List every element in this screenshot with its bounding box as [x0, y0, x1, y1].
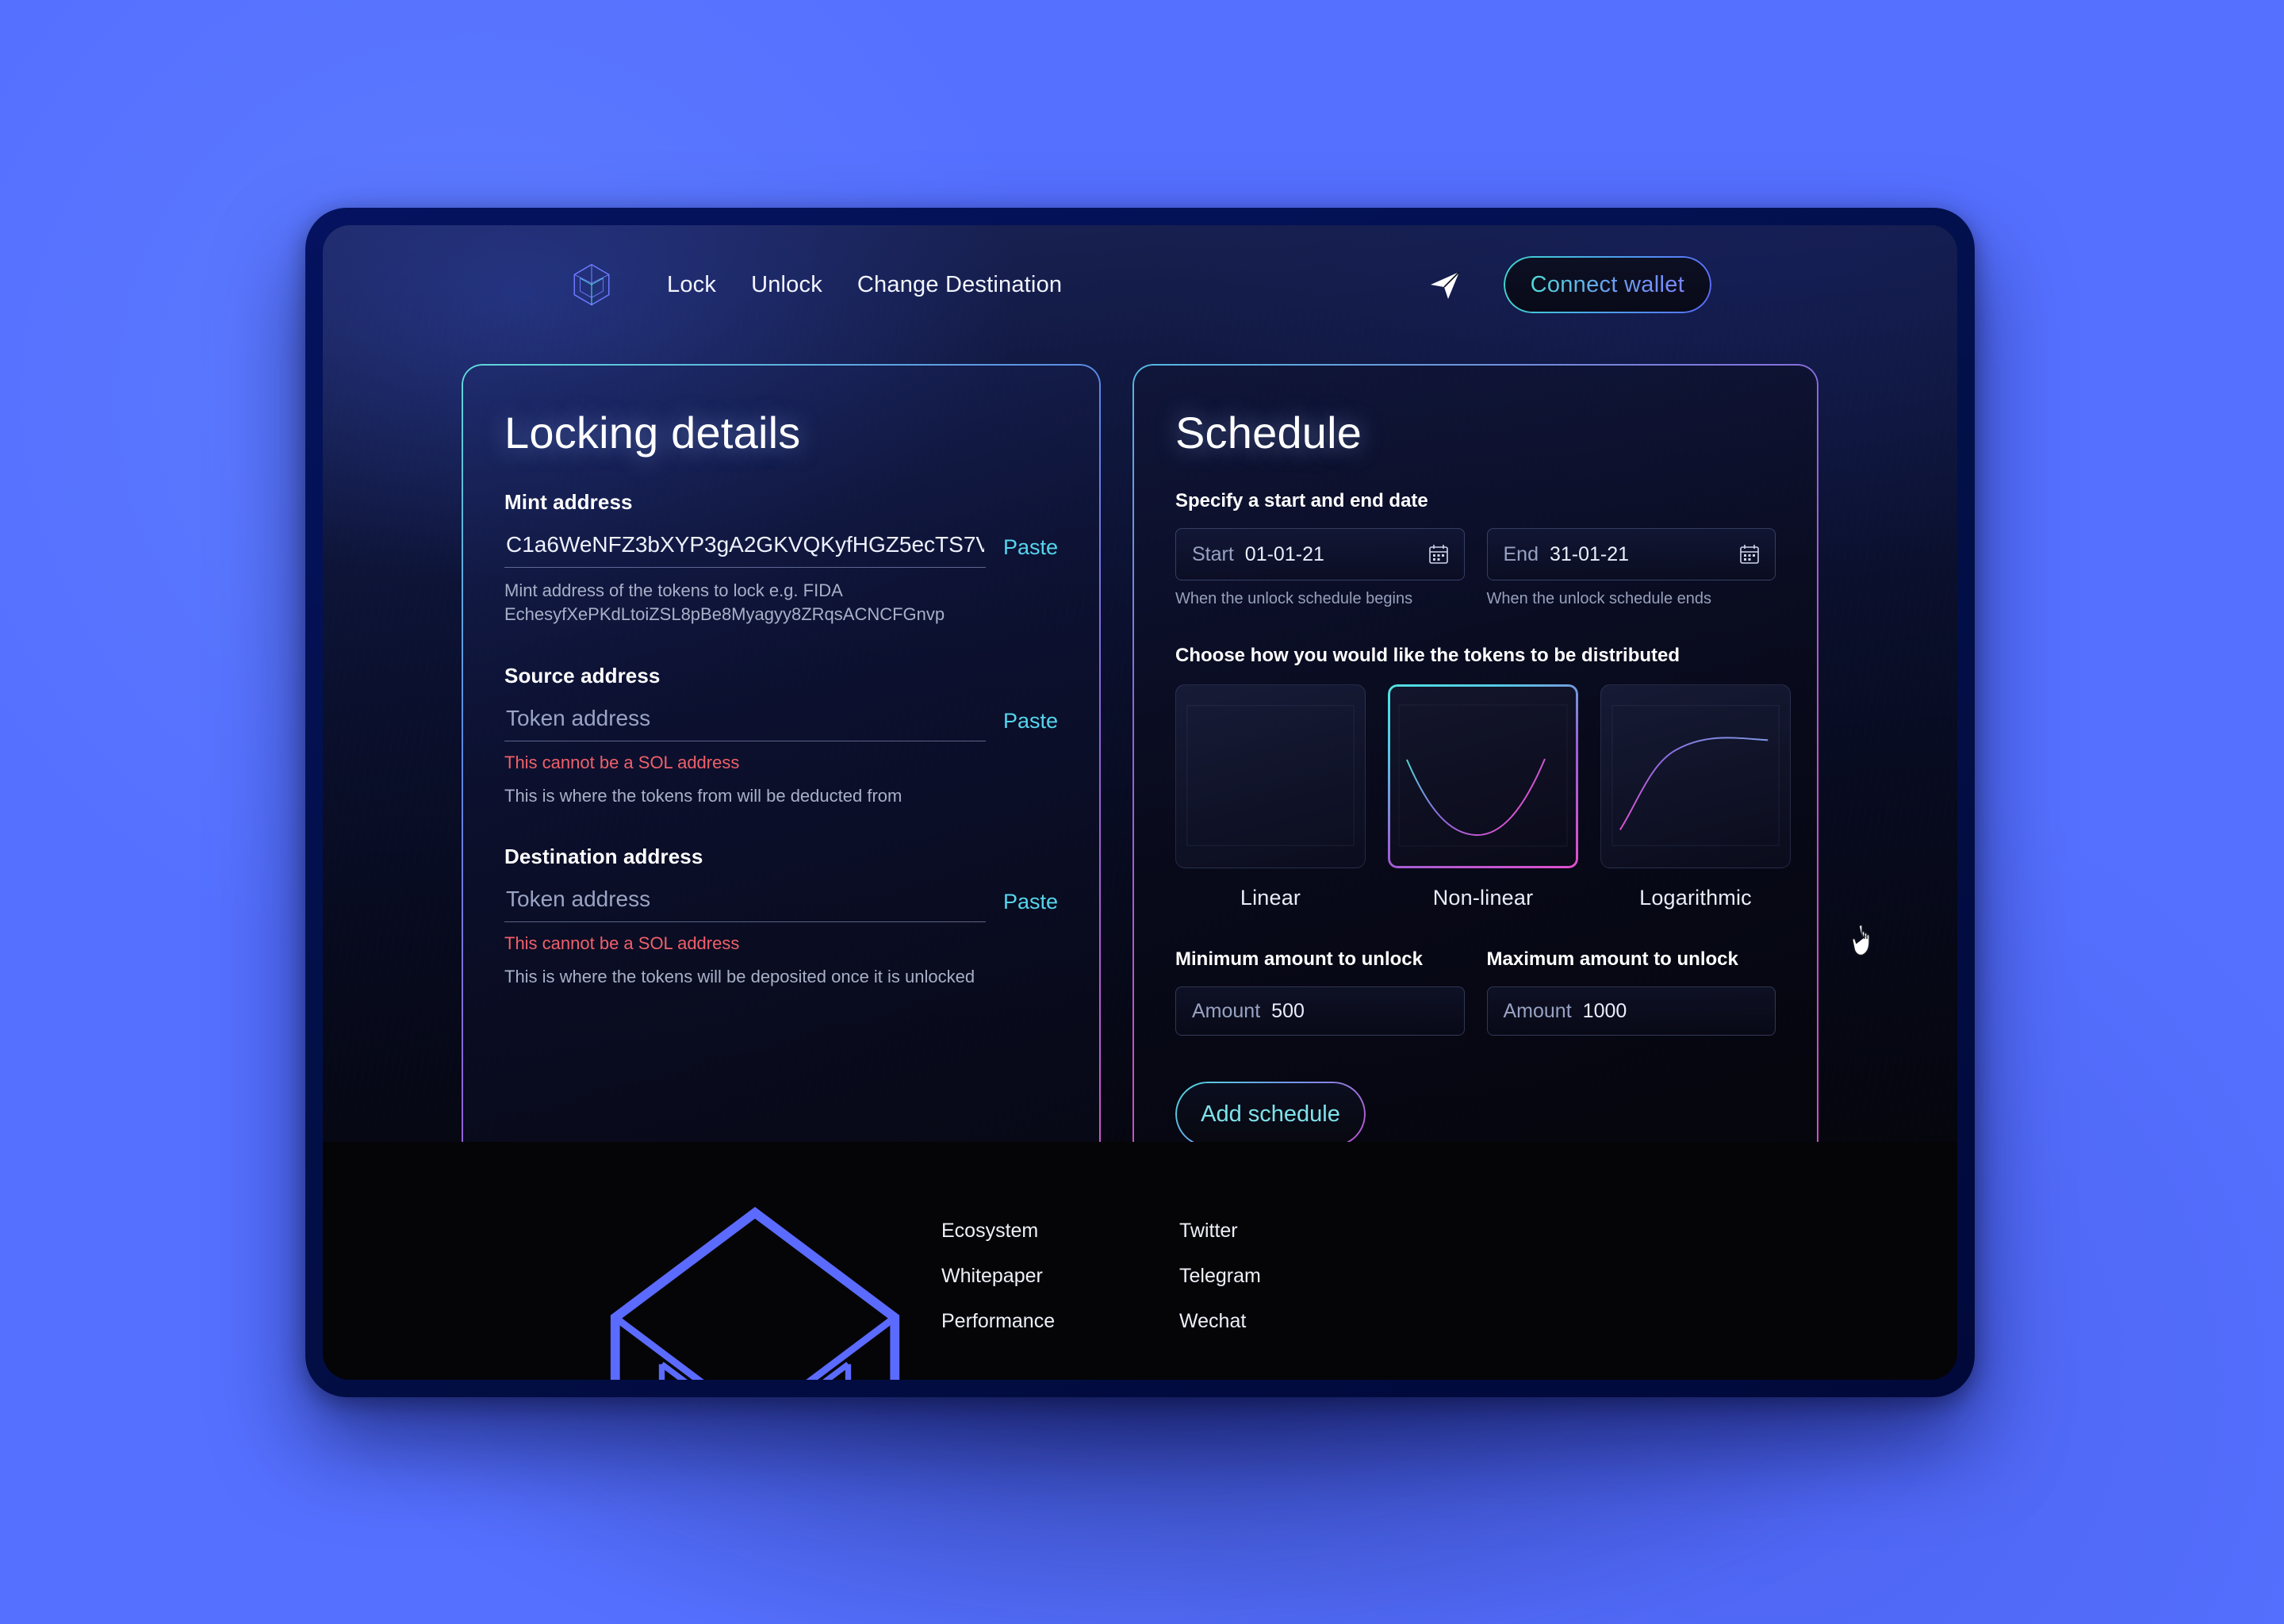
mint-address-input[interactable]: [504, 532, 986, 568]
footer-link-twitter[interactable]: Twitter: [1179, 1220, 1417, 1243]
nav-links: Lock Unlock Change Destination: [650, 264, 1079, 306]
distribution-options: Linear Non-linear Logarithmic: [1175, 684, 1791, 910]
source-address-paste-button[interactable]: Paste: [1003, 709, 1058, 741]
top-navigation-bar: Lock Unlock Change Destination Connect w…: [323, 225, 1957, 344]
footer-link-wechat[interactable]: Wechat: [1179, 1310, 1417, 1333]
nav-right-actions: Connect wallet: [1428, 256, 1711, 313]
main-panels: Locking details Mint address Paste Mint …: [323, 364, 1957, 1194]
send-paper-plane-icon[interactable]: [1428, 267, 1462, 302]
start-date-input[interactable]: Start 01-01-21: [1175, 528, 1465, 580]
footer-column-resources: Ecosystem Whitepaper Performance: [941, 1189, 1179, 1380]
page-title-schedule: Schedule: [1175, 408, 1362, 458]
minimum-amount-prefix: Amount: [1192, 999, 1261, 1022]
locking-details-panel: Locking details Mint address Paste Mint …: [462, 364, 1101, 1194]
dates-section-label: Specify a start and end date: [1175, 490, 1428, 511]
non-linear-chart-preview: [1398, 704, 1568, 847]
minimum-amount-input[interactable]: Amount 500: [1175, 986, 1465, 1036]
distribution-card-linear[interactable]: [1175, 684, 1366, 868]
mint-address-hint-line2: EchesyfXePKdLtoiZSL8pBe8Myagyy8ZRqsACNCF…: [504, 604, 945, 625]
mint-address-block: Mint address Paste Mint address of the t…: [504, 490, 1058, 627]
start-date-prefix: Start: [1192, 542, 1234, 565]
footer-link-ecosystem[interactable]: Ecosystem: [941, 1220, 1179, 1243]
start-date-column: Start 01-01-21 When the unlock schedule …: [1175, 528, 1465, 608]
calendar-icon[interactable]: [1738, 543, 1761, 565]
linear-chart-preview: [1186, 705, 1355, 846]
start-date-hint: When the unlock schedule begins: [1175, 590, 1413, 607]
distribution-card-non-linear[interactable]: [1388, 684, 1578, 868]
maximum-amount-prefix: Amount: [1503, 999, 1572, 1022]
mint-address-paste-button[interactable]: Paste: [1003, 535, 1058, 568]
end-date-prefix: End: [1503, 542, 1539, 565]
footer-link-telegram[interactable]: Telegram: [1179, 1265, 1417, 1288]
footer: BONFIDA Ecosystem Whitepaper Performance…: [323, 1142, 1957, 1380]
start-date-value: 01-01-21: [1244, 542, 1324, 565]
distribution-option-logarithmic[interactable]: Logarithmic: [1600, 684, 1791, 910]
destination-address-label: Destination address: [504, 845, 703, 869]
source-address-input[interactable]: [504, 705, 986, 741]
minimum-amount-column: Minimum amount to unlock Amount 500: [1175, 948, 1465, 1036]
end-date-column: End 31-01-21 When the unlock schedule en…: [1486, 528, 1776, 608]
destination-address-block: Destination address Paste This cannot be…: [504, 845, 1058, 989]
logarithmic-chart-preview: [1611, 705, 1780, 846]
distribution-label-non-linear: Non-linear: [1432, 886, 1534, 910]
mint-address-hint-line1: Mint address of the tokens to lock e.g. …: [504, 580, 843, 600]
end-date-hint: When the unlock schedule ends: [1486, 590, 1712, 607]
source-address-row: Paste: [504, 705, 1058, 741]
schedule-panel: Schedule Specify a start and end date St…: [1132, 364, 1818, 1194]
locking-details-content: Locking details Mint address Paste Mint …: [462, 364, 1101, 1194]
source-address-error: This cannot be a SOL address: [504, 752, 740, 772]
schedule-content: Schedule Specify a start and end date St…: [1132, 364, 1818, 1194]
destination-address-paste-button[interactable]: Paste: [1003, 890, 1058, 922]
maximum-amount-value: 1000: [1582, 999, 1627, 1022]
maximum-amount-label: Maximum amount to unlock: [1486, 948, 1738, 970]
nav-link-change-destination[interactable]: Change Destination: [840, 264, 1079, 306]
nav-link-lock[interactable]: Lock: [650, 264, 734, 306]
bonfida-cube-icon[interactable]: [569, 262, 615, 308]
mint-address-label: Mint address: [504, 490, 633, 514]
source-address-label: Source address: [504, 663, 661, 688]
footer-link-whitepaper[interactable]: Whitepaper: [941, 1265, 1179, 1288]
connect-wallet-button[interactable]: Connect wallet: [1503, 256, 1711, 313]
maximum-amount-column: Maximum amount to unlock Amount 1000: [1486, 948, 1776, 1036]
source-address-block: Source address Paste This cannot be a SO…: [504, 664, 1058, 808]
destination-address-error: This cannot be a SOL address: [504, 933, 740, 954]
distribution-label-linear: Linear: [1240, 886, 1301, 910]
distribution-label-logarithmic: Logarithmic: [1639, 886, 1752, 910]
distribution-card-logarithmic[interactable]: [1600, 684, 1791, 868]
device-screen: Lock Unlock Change Destination Connect w…: [323, 225, 1957, 1380]
amount-row: Minimum amount to unlock Amount 500 Maxi…: [1175, 948, 1776, 1036]
footer-column-social: Twitter Telegram Wechat: [1179, 1189, 1417, 1380]
connect-wallet-label: Connect wallet: [1530, 271, 1684, 297]
footer-content: BONFIDA Ecosystem Whitepaper Performance…: [323, 1142, 1957, 1380]
maximum-amount-input[interactable]: Amount 1000: [1486, 986, 1776, 1036]
page-title-locking-details: Locking details: [504, 408, 801, 458]
minimum-amount-value: 500: [1271, 999, 1305, 1022]
mint-address-hint: Mint address of the tokens to lock e.g. …: [504, 579, 1058, 627]
destination-address-hint: This is where the tokens will be deposit…: [504, 967, 975, 987]
tablet-device-frame: Lock Unlock Change Destination Connect w…: [305, 208, 1975, 1397]
distribution-option-non-linear[interactable]: Non-linear: [1388, 684, 1578, 910]
footer-brand: BONFIDA: [569, 1189, 941, 1380]
calendar-icon[interactable]: [1428, 543, 1450, 565]
destination-address-input[interactable]: [504, 887, 986, 923]
date-row: Start 01-01-21 When the unlock schedule …: [1175, 528, 1776, 608]
distribution-section-label: Choose how you would like the tokens to …: [1175, 645, 1680, 666]
add-schedule-button[interactable]: Add schedule: [1175, 1082, 1366, 1147]
nav-link-unlock[interactable]: Unlock: [734, 264, 840, 306]
add-schedule-label: Add schedule: [1201, 1101, 1340, 1127]
mint-address-row: Paste: [504, 532, 1058, 568]
source-address-hint: This is where the tokens from will be de…: [504, 785, 902, 806]
end-date-input[interactable]: End 31-01-21: [1486, 528, 1776, 580]
distribution-option-linear[interactable]: Linear: [1175, 684, 1366, 910]
end-date-value: 31-01-21: [1549, 542, 1630, 565]
destination-address-row: Paste: [504, 887, 1058, 923]
footer-link-performance[interactable]: Performance: [941, 1310, 1179, 1333]
minimum-amount-label: Minimum amount to unlock: [1175, 948, 1423, 970]
